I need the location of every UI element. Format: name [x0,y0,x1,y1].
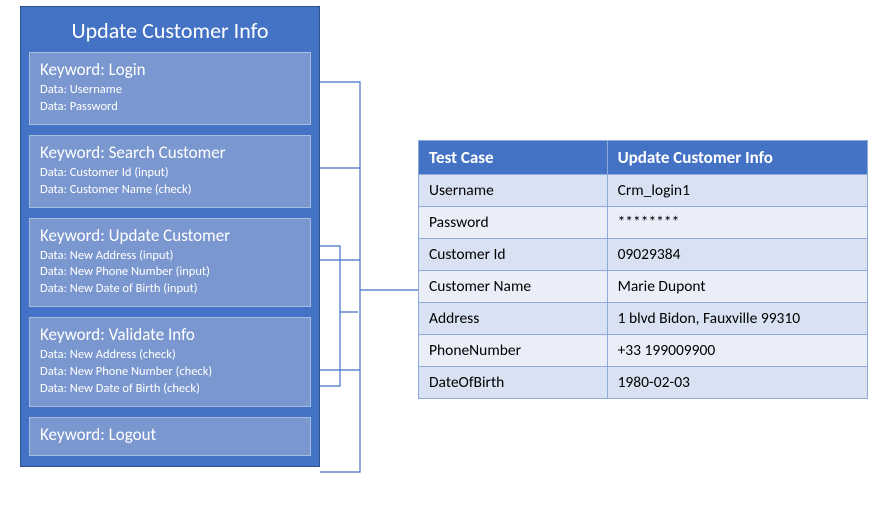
keyword-data: Data: Customer Name (check) [40,182,300,199]
table-header-row: Test Case Update Customer Info [419,141,868,175]
table-row: Address 1 blvd Bidon, Fauxville 99310 [419,303,868,335]
keyword-box-validate-info: Keyword: Validate Info Data: New Address… [29,317,311,407]
keyword-title: Keyword: Login [40,59,300,80]
keyword-box-update-customer: Keyword: Update Customer Data: New Addre… [29,218,311,308]
keyword-data: Data: Customer Id (input) [40,165,300,182]
keyword-data: Data: New Address (check) [40,347,300,364]
field-name: Customer Id [419,239,608,271]
table-row: Customer Id 09029384 [419,239,868,271]
table-header-testcase: Test Case [419,141,608,175]
keyword-box-logout: Keyword: Logout [29,417,311,456]
keyword-data: Data: Password [40,99,300,116]
table-row: PhoneNumber +33 199009900 [419,335,868,367]
keyword-title: Keyword: Validate Info [40,324,300,345]
panel-title: Update Customer Info [29,13,311,52]
test-data-table: Test Case Update Customer Info Username … [418,140,868,399]
field-value: +33 199009900 [607,335,867,367]
field-name: DateOfBirth [419,367,608,399]
keyword-data: Data: New Address (input) [40,248,300,265]
field-name: PhoneNumber [419,335,608,367]
table-row: DateOfBirth 1980-02-03 [419,367,868,399]
field-name: Customer Name [419,271,608,303]
field-name: Username [419,175,608,207]
field-value: 09029384 [607,239,867,271]
keyword-data: Data: New Date of Birth (check) [40,381,300,398]
keyword-data: Data: New Phone Number (input) [40,264,300,281]
keyword-data: Data: New Phone Number (check) [40,364,300,381]
table-header-name: Update Customer Info [607,141,867,175]
field-name: Password [419,207,608,239]
keyword-box-search-customer: Keyword: Search Customer Data: Customer … [29,135,311,208]
table-row: Username Crm_login1 [419,175,868,207]
keyword-title: Keyword: Logout [40,424,300,445]
table-row: Password ******** [419,207,868,239]
field-value: Crm_login1 [607,175,867,207]
keyword-data: Data: New Date of Birth (input) [40,281,300,298]
keyword-box-login: Keyword: Login Data: Username Data: Pass… [29,52,311,125]
field-value: Marie Dupont [607,271,867,303]
keyword-data: Data: Username [40,82,300,99]
table-row: Customer Name Marie Dupont [419,271,868,303]
field-value: ******** [607,207,867,239]
field-value: 1 blvd Bidon, Fauxville 99310 [607,303,867,335]
field-name: Address [419,303,608,335]
field-value: 1980-02-03 [607,367,867,399]
test-flow-panel: Update Customer Info Keyword: Login Data… [20,6,320,467]
keyword-title: Keyword: Search Customer [40,142,300,163]
keyword-title: Keyword: Update Customer [40,225,300,246]
